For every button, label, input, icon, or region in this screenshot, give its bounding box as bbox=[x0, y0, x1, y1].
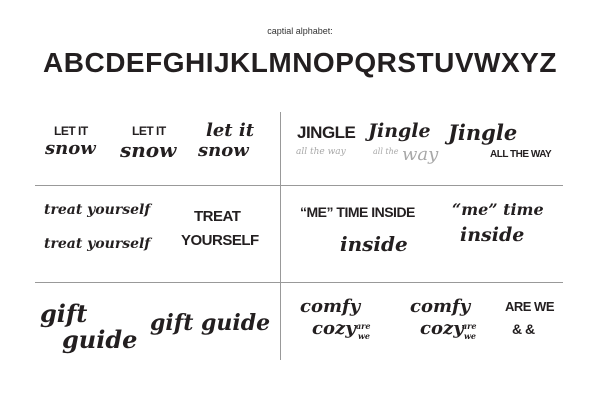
gift-stack-2: guide bbox=[62, 325, 138, 354]
comfy-2-we: we bbox=[464, 331, 476, 341]
jingle-1-top: JINGLE bbox=[297, 123, 356, 142]
treat-caps-1: TREAT bbox=[194, 208, 241, 225]
jingle-1-bottom: all the way bbox=[296, 147, 346, 157]
jingle-2-small: all the bbox=[373, 147, 399, 156]
comfy-1-top: comfy bbox=[300, 296, 361, 317]
comfy-1-are: are bbox=[356, 321, 371, 331]
jingle-2-way: way bbox=[402, 144, 439, 165]
let-it-snow-2-top: LET IT bbox=[132, 124, 166, 138]
me-time-mixed-1: “me” time bbox=[452, 200, 544, 219]
treat-yourself-script-1: treat yourself bbox=[44, 202, 151, 218]
treat-caps-2: YOURSELF bbox=[181, 232, 259, 249]
gift-guide-single: gift guide bbox=[150, 310, 271, 336]
page-title: captial alphabet: bbox=[267, 26, 333, 36]
me-time-inside: inside bbox=[340, 232, 408, 256]
are-we-bottom: & & bbox=[512, 321, 535, 337]
jingle-3-top: Jingle bbox=[448, 120, 518, 145]
comfy-2-are: are bbox=[462, 321, 477, 331]
comfy-2-bottom: cozy bbox=[420, 318, 464, 339]
me-time-mixed-2: inside bbox=[460, 224, 525, 246]
divider-v bbox=[280, 112, 281, 360]
divider-h2 bbox=[35, 282, 563, 283]
divider-h1 bbox=[35, 185, 563, 186]
treat-yourself-script-2: treat yourself bbox=[44, 236, 151, 252]
jingle-2-top: Jingle bbox=[368, 120, 431, 142]
comfy-1-bottom: cozy bbox=[312, 318, 356, 339]
me-time-caps: “ME” TIME INSIDE bbox=[300, 204, 415, 220]
capital-alphabet: ABCDEFGHIJKLMNOPQRSTUVWXYZ bbox=[43, 47, 557, 78]
jingle-3-bottom: ALL THE WAY bbox=[490, 149, 552, 160]
let-it-snow-3-top: let it bbox=[206, 120, 255, 141]
comfy-2-top: comfy bbox=[410, 296, 471, 317]
gift-stack-1: gift bbox=[40, 299, 88, 328]
let-it-snow-2-bottom: snow bbox=[120, 138, 177, 162]
are-we-top: ARE WE bbox=[505, 299, 555, 314]
let-it-snow-1-top: LET IT bbox=[54, 124, 88, 138]
comfy-1-we: we bbox=[358, 331, 370, 341]
let-it-snow-1-bottom: snow bbox=[45, 138, 96, 159]
let-it-snow-3-bottom: snow bbox=[198, 140, 249, 161]
